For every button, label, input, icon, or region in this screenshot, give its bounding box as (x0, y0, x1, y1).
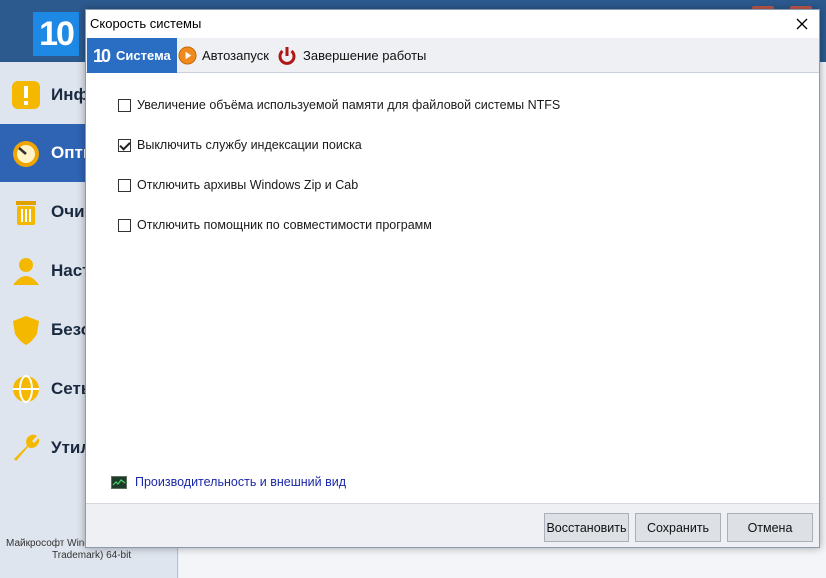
info-icon (12, 81, 40, 109)
dialog-title: Скорость системы (90, 16, 202, 31)
tab-label: Завершение работы (303, 48, 427, 63)
options-panel: Увеличение объёма используемой памяти дл… (86, 73, 819, 503)
app-logo: 10 (33, 12, 79, 56)
checkbox[interactable] (118, 98, 131, 112)
windows10-logo-icon: 10 (93, 45, 111, 66)
performance-link-label: Производительность и внешний вид (135, 475, 347, 489)
tab-autostart[interactable]: Автозапуск (178, 38, 269, 73)
tab-label: Система (116, 48, 171, 63)
checkbox[interactable] (118, 138, 131, 152)
close-icon (796, 18, 808, 30)
option-label: Отключить архивы Windows Zip и Cab (137, 178, 359, 192)
sidebar-item-label: Инф (51, 85, 89, 104)
performance-monitor-icon (111, 475, 127, 489)
globe-icon (13, 375, 39, 403)
tab-system[interactable]: 10 Система (87, 38, 177, 73)
os-info-text: Trademark) 64-bit (52, 550, 132, 561)
close-button[interactable] (785, 10, 819, 38)
shield-icon (13, 316, 39, 345)
option-disable-compat-assistant[interactable]: Отключить помощник по совместимости прог… (118, 216, 432, 234)
option-label: Выключить службу индексации поиска (137, 138, 362, 152)
tab-label: Автозапуск (202, 48, 269, 63)
option-label: Отключить помощник по совместимости прог… (137, 218, 432, 232)
checkbox[interactable] (118, 178, 131, 192)
tab-bar: 10 Система Автозапуск Завершение работы (86, 38, 819, 73)
system-speed-dialog: Скорость системы 10 Система Автозапуск З… (85, 9, 820, 548)
option-disable-zip-cab[interactable]: Отключить архивы Windows Zip и Cab (118, 176, 358, 194)
power-icon (276, 45, 298, 67)
performance-link[interactable]: Производительность и внешний вид (111, 475, 346, 489)
tab-shutdown[interactable]: Завершение работы (276, 38, 426, 73)
dialog-footer: Восстановить Сохранить Отмена (86, 503, 819, 547)
speedometer-icon (13, 141, 39, 167)
checkbox[interactable] (118, 218, 131, 232)
os-info-text: Майкрософт Windo (6, 538, 96, 549)
save-button[interactable]: Сохранить (635, 513, 721, 542)
wrench-icon (14, 434, 40, 461)
option-label: Увеличение объёма используемой памяти дл… (137, 98, 561, 112)
user-icon (13, 258, 39, 285)
option-ntfs-memory[interactable]: Увеличение объёма используемой памяти дл… (118, 96, 560, 114)
play-icon (178, 46, 197, 65)
restore-button[interactable]: Восстановить (544, 513, 629, 542)
trash-bin-icon (16, 201, 36, 225)
cancel-button[interactable]: Отмена (727, 513, 813, 542)
dialog-titlebar: Скорость системы (86, 10, 819, 38)
option-disable-search-indexing[interactable]: Выключить службу индексации поиска (118, 136, 362, 154)
